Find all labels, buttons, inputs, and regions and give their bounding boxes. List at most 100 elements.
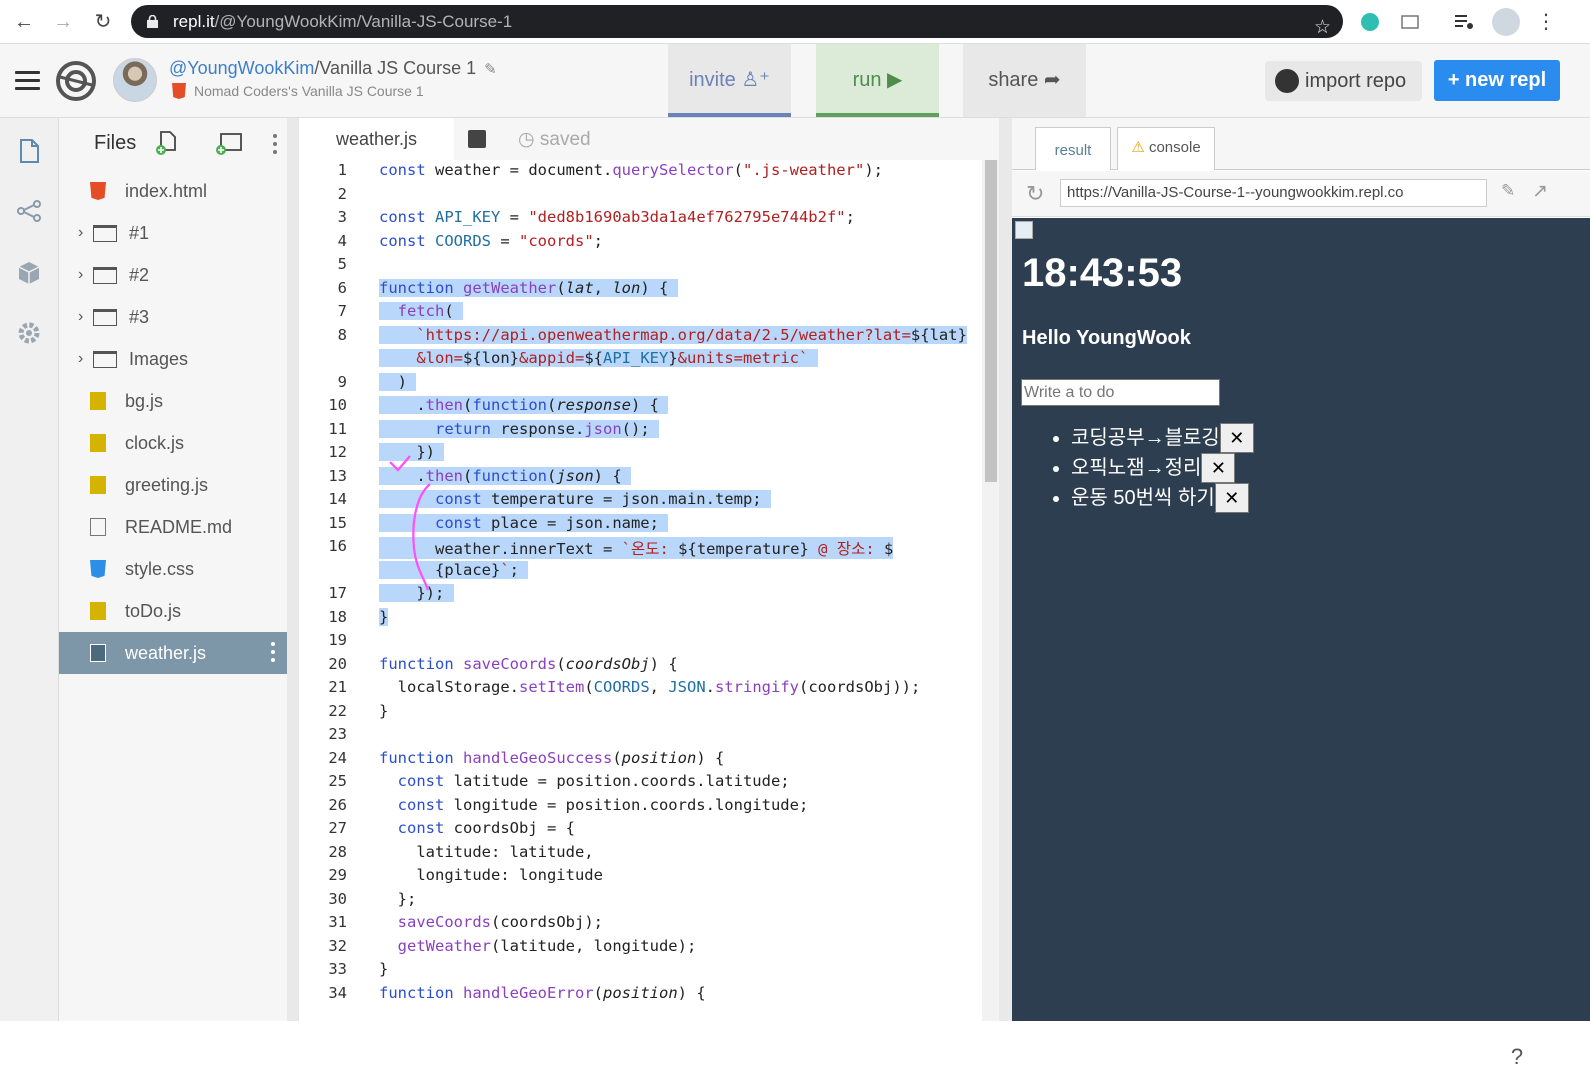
files-menu-icon[interactable] xyxy=(273,134,277,154)
code-line[interactable]: &lon=${lon}&appid=${API_KEY}&units=metri… xyxy=(299,349,982,372)
code-line[interactable]: 29 longitude: longitude xyxy=(299,866,982,889)
reload-icon[interactable]: ↻ xyxy=(89,8,117,36)
code-line[interactable]: 11 return response.json(); xyxy=(299,419,982,443)
code-line[interactable]: 34 function handleGeoError(position) { xyxy=(299,984,982,1007)
add-file-icon[interactable] xyxy=(155,130,179,156)
code-line[interactable]: 19 xyxy=(299,631,982,654)
code-area[interactable]: 1 const weather = document.querySelector(… xyxy=(299,160,982,1021)
file-row[interactable]: weather.js xyxy=(59,632,287,674)
repl-name[interactable]: Vanilla JS Course 1 xyxy=(319,58,476,78)
hamburger-menu-icon[interactable] xyxy=(15,71,40,91)
user-avatar[interactable] xyxy=(113,58,157,102)
media-control-icon[interactable] xyxy=(1452,10,1476,34)
code-line[interactable]: 27 const coordsObj = { xyxy=(299,819,982,842)
code-line[interactable]: 15 const place = json.name; xyxy=(299,513,982,537)
version-control-icon[interactable] xyxy=(16,198,42,224)
code-line[interactable]: 14 const temperature = json.main.temp; xyxy=(299,490,982,513)
code-line[interactable]: 8 `https://api.openweathermap.org/data/2… xyxy=(299,325,982,349)
code-line[interactable]: 10 .then(function(response) { xyxy=(299,396,982,419)
back-icon[interactable]: ← xyxy=(10,8,38,36)
folder-row[interactable]: › #1 xyxy=(59,212,287,254)
code-line[interactable]: 22} xyxy=(299,702,982,725)
preview-url-field[interactable]: https://Vanilla-JS-Course-1--youngwookki… xyxy=(1060,179,1487,207)
code-line[interactable]: 5 xyxy=(299,255,982,278)
refresh-icon[interactable]: ↻ xyxy=(1026,181,1044,207)
tab-result[interactable]: result xyxy=(1035,127,1111,170)
folder-row[interactable]: › #2 xyxy=(59,254,287,296)
panel-resize-handle[interactable] xyxy=(287,118,298,1021)
delete-todo-button[interactable]: ✕ xyxy=(1219,423,1254,453)
code-line[interactable]: 28 latitude: latitude, xyxy=(299,843,982,866)
files-icon[interactable] xyxy=(16,138,42,164)
code-line[interactable]: 3 const API_KEY = "ded8b1690ab3da1a4ef762… xyxy=(299,208,982,231)
code-line[interactable]: 24 function handleGeoSuccess(position) { xyxy=(299,749,982,772)
code-line[interactable]: 13 .then(function(json) { xyxy=(299,466,982,490)
file-row[interactable]: index.html xyxy=(59,170,287,212)
new-repl-button[interactable]: + new repl xyxy=(1434,60,1560,101)
file-row[interactable]: greeting.js xyxy=(59,464,287,506)
file-row[interactable]: toDo.js xyxy=(59,590,287,632)
code-line[interactable]: 33} xyxy=(299,960,982,983)
edit-url-icon[interactable]: ✎ xyxy=(1501,181,1515,201)
file-row[interactable]: README.md xyxy=(59,506,287,548)
code-line[interactable]: 6 function getWeather(lat, lon) { xyxy=(299,278,982,302)
invite-button[interactable]: invite ♙⁺ xyxy=(668,44,791,117)
code-line[interactable]: 9 ) xyxy=(299,372,982,396)
code-line[interactable]: 20 function saveCoords(coordsObj) { xyxy=(299,655,982,678)
import-repo-button[interactable]: import repo xyxy=(1265,61,1422,101)
cast-icon[interactable] xyxy=(1398,10,1422,34)
edit-pencil-icon[interactable]: ✎ xyxy=(484,60,497,78)
code-line[interactable]: 7 fetch( xyxy=(299,302,982,325)
line-number: 14 xyxy=(328,490,347,508)
file-row[interactable]: bg.js xyxy=(59,380,287,422)
code-line[interactable]: 30 }; xyxy=(299,890,982,913)
address-bar[interactable]: repl.it/@YoungWookKim/Vanilla-JS-Course-… xyxy=(131,5,1343,38)
forward-icon[interactable]: → xyxy=(49,8,77,36)
chevron-right-icon[interactable]: › xyxy=(78,338,83,380)
editor-tab-weather-js[interactable]: weather.js xyxy=(299,118,454,160)
format-icon[interactable] xyxy=(468,130,486,148)
code-line[interactable]: 17 }); xyxy=(299,584,982,607)
tab-console[interactable]: ⚠ console xyxy=(1117,127,1215,170)
code-line[interactable]: 2 xyxy=(299,185,982,208)
help-button[interactable]: ? xyxy=(1492,1032,1542,1082)
run-button[interactable]: run ▶ xyxy=(816,44,939,117)
browser-menu-icon[interactable]: ⋮ xyxy=(1532,8,1560,36)
replit-logo-icon[interactable] xyxy=(56,61,96,101)
chevron-right-icon[interactable]: › xyxy=(78,212,83,254)
extension-icon[interactable] xyxy=(1358,10,1382,34)
chevron-right-icon[interactable]: › xyxy=(78,296,83,338)
folder-row[interactable]: › #3 xyxy=(59,296,287,338)
todo-input[interactable]: Write a to do xyxy=(1021,379,1220,406)
delete-todo-button[interactable]: ✕ xyxy=(1214,483,1249,513)
profile-avatar[interactable] xyxy=(1492,8,1520,36)
code-line[interactable]: 25 const latitude = position.coords.lati… xyxy=(299,772,982,795)
editor-scrollbar[interactable] xyxy=(982,160,1000,1021)
bookmark-star-icon[interactable]: ☆ xyxy=(1314,11,1331,44)
packages-icon[interactable] xyxy=(16,260,42,286)
code-line[interactable]: 1 const weather = document.querySelector(… xyxy=(299,161,982,184)
code-line[interactable]: 32 getWeather(latitude, longitude); xyxy=(299,937,982,960)
code-line[interactable]: 23 xyxy=(299,725,982,748)
share-button[interactable]: share ➦ xyxy=(963,44,1086,117)
code-line[interactable]: 21 localStorage.setItem(COORDS, JSON.str… xyxy=(299,678,982,701)
code-line[interactable]: 18} xyxy=(299,607,982,631)
code-line[interactable]: 4 const COORDS = "coords"; xyxy=(299,232,982,255)
code-line[interactable]: 26 const longitude = position.coords.lon… xyxy=(299,796,982,819)
open-new-tab-icon[interactable]: ↗ xyxy=(1532,180,1548,203)
scrollbar-thumb[interactable] xyxy=(985,160,997,482)
delete-todo-button[interactable]: ✕ xyxy=(1201,453,1236,483)
add-folder-icon[interactable] xyxy=(213,130,245,156)
editor-resize-handle[interactable] xyxy=(999,118,1012,1021)
code-line[interactable]: 12 }) xyxy=(299,443,982,466)
file-menu-icon[interactable] xyxy=(271,642,275,666)
file-row[interactable]: style.css xyxy=(59,548,287,590)
code-line[interactable]: {place}`; xyxy=(299,560,982,584)
code-line[interactable]: 16 weather.innerText = `온도: ${temperatur… xyxy=(299,537,982,560)
file-row[interactable]: clock.js xyxy=(59,422,287,464)
code-line[interactable]: 31 saveCoords(coordsObj); xyxy=(299,913,982,936)
folder-row[interactable]: › Images xyxy=(59,338,287,380)
chevron-right-icon[interactable]: › xyxy=(78,254,83,296)
username-link[interactable]: @YoungWookKim xyxy=(169,58,314,78)
settings-gear-icon[interactable] xyxy=(16,320,42,346)
